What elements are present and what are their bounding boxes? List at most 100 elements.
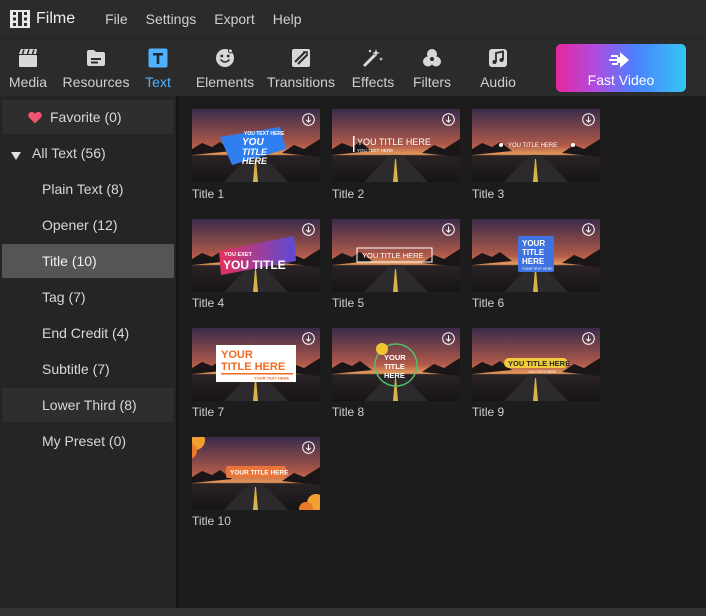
tab-effects[interactable]: Effects — [350, 39, 396, 97]
music-icon — [486, 47, 510, 69]
menu-help[interactable]: Help — [273, 11, 302, 27]
title-template-grid: YOU TEXT HERE YOU TITLE HERE Title 1 YOU… — [180, 96, 706, 608]
template-thumbnail[interactable]: YOU EXET YOU TITLE — [192, 219, 320, 292]
template-thumbnail[interactable]: YOUR TITLE HERE YOUR TEXT HERE — [192, 328, 320, 401]
sidebar-item-lower-third[interactable]: Lower Third (8) — [2, 388, 174, 422]
filters-icon — [420, 47, 444, 69]
svg-text:YOUR TEXT HERE: YOUR TEXT HERE — [254, 376, 289, 381]
app-logo-icon — [10, 10, 30, 28]
menu-settings[interactable]: Settings — [146, 11, 197, 27]
sidebar-item-my-preset[interactable]: My Preset (0) — [2, 424, 174, 458]
svg-text:TITLE: TITLE — [522, 248, 545, 257]
svg-text:YOU TEXT HERE: YOU TEXT HERE — [357, 148, 393, 153]
tab-elements[interactable]: Elements — [194, 39, 256, 97]
sidebar-item-favorite[interactable]: Favorite (0) — [2, 100, 174, 134]
template-thumbnail[interactable]: YOUR TITLE HERE YOUR TEXT HERE — [472, 219, 600, 292]
template-thumbnail[interactable]: YOUR TITLE HERE — [332, 328, 460, 401]
sidebar-item-title[interactable]: Title (10) — [2, 244, 174, 278]
bottom-divider — [0, 608, 706, 616]
svg-text:YOU TITLE HERE: YOU TITLE HERE — [357, 137, 431, 147]
template-label: Title 9 — [472, 405, 505, 419]
download-icon[interactable] — [442, 332, 455, 345]
template-thumbnail[interactable]: YOU TITLE HERE YOU TEXT HERE — [332, 109, 460, 182]
download-icon[interactable] — [582, 332, 595, 345]
sidebar-item-all-text[interactable]: All Text (56) — [2, 136, 174, 170]
template-thumbnail[interactable]: YOU TITLE HERE — [332, 219, 460, 292]
template-thumbnail[interactable]: YOU TITLE HERE YOU TEXT HERE — [472, 328, 600, 401]
download-icon[interactable] — [302, 441, 315, 454]
sidebar-item-label: Title (10) — [42, 253, 97, 269]
download-icon[interactable] — [302, 223, 315, 236]
sidebar-item-subtitle[interactable]: Subtitle (7) — [2, 352, 174, 386]
tab-transitions[interactable]: Transitions — [266, 39, 336, 97]
svg-text:TITLE: TITLE — [384, 362, 405, 371]
sidebar-item-label: Opener (12) — [42, 217, 118, 233]
template-label: Title 1 — [192, 187, 225, 201]
clapperboard-icon — [16, 47, 40, 69]
template-thumbnail[interactable]: YOU TITLE HERE — [472, 109, 600, 182]
download-icon[interactable] — [582, 223, 595, 236]
template-label: Title 2 — [332, 187, 365, 201]
sidebar-item-plain-text[interactable]: Plain Text (8) — [2, 172, 174, 206]
sidebar-item-label: End Credit (4) — [42, 325, 130, 341]
template-thumbnail[interactable]: YOU TEXT HERE YOU TITLE HERE — [192, 109, 320, 182]
svg-text:YOUR: YOUR — [384, 353, 406, 362]
caret-down-icon — [10, 148, 22, 160]
tab-text[interactable]: Text — [140, 39, 176, 97]
sidebar-item-label: Tag (7) — [42, 289, 86, 305]
sidebar-item-label: Subtitle (7) — [42, 361, 110, 377]
svg-text:YOUR: YOUR — [221, 349, 253, 361]
svg-text:YOU TITLE: YOU TITLE — [223, 258, 286, 272]
svg-text:YOUR: YOUR — [522, 239, 545, 248]
sidebar-item-label: Plain Text (8) — [42, 181, 124, 197]
sparkle-icon — [361, 47, 385, 69]
svg-text:HERE: HERE — [384, 371, 405, 380]
app-name: Filme — [36, 10, 76, 27]
sidebar-item-tag[interactable]: Tag (7) — [2, 280, 174, 314]
svg-text:HERE: HERE — [242, 156, 268, 166]
template-label: Title 8 — [332, 405, 365, 419]
download-icon[interactable] — [582, 113, 595, 126]
tab-media[interactable]: Media — [6, 39, 50, 97]
sidebar-item-label: Favorite (0) — [50, 109, 122, 125]
svg-text:TITLE HERE: TITLE HERE — [221, 361, 285, 373]
text-icon — [146, 47, 170, 69]
folder-icon — [84, 47, 108, 69]
sidebar-item-label: All Text (56) — [32, 145, 106, 161]
category-sidebar: Favorite (0) All Text (56) Plain Text (8… — [0, 96, 178, 608]
sidebar-item-label: My Preset (0) — [42, 433, 127, 449]
main-toolbar: Media Resources Text Elements Transition… — [0, 38, 706, 96]
sidebar-item-label: Lower Third (8) — [42, 397, 137, 413]
download-icon[interactable] — [442, 223, 455, 236]
menu-bar: Filme File Settings Export Help — [0, 0, 706, 38]
fast-video-button[interactable]: Fast Video — [556, 44, 686, 92]
heart-icon — [28, 111, 42, 124]
svg-text:HERE: HERE — [522, 257, 545, 266]
tab-filters[interactable]: Filters — [410, 39, 454, 97]
download-icon[interactable] — [442, 113, 455, 126]
smiley-icon — [213, 47, 237, 69]
svg-text:YOU TEXT HERE: YOU TEXT HERE — [528, 370, 557, 374]
tab-resources[interactable]: Resources — [63, 39, 129, 97]
svg-text:YOU TITLE HERE: YOU TITLE HERE — [362, 251, 424, 260]
template-label: Title 3 — [472, 187, 505, 201]
template-label: Title 4 — [192, 296, 225, 310]
download-icon[interactable] — [302, 332, 315, 345]
template-label: Title 10 — [192, 514, 231, 528]
svg-text:YOUR TEXT HERE: YOUR TEXT HERE — [522, 267, 553, 271]
menu-file[interactable]: File — [105, 11, 128, 27]
transition-icon — [289, 47, 313, 69]
sidebar-item-end-credit[interactable]: End Credit (4) — [2, 316, 174, 350]
svg-text:YOU TITLE HERE: YOU TITLE HERE — [508, 143, 557, 149]
svg-text:YOU TITLE HERE: YOU TITLE HERE — [508, 359, 570, 368]
arrow-right-icon — [609, 49, 633, 71]
svg-text:YOUR TITLE HERE: YOUR TITLE HERE — [230, 470, 289, 477]
tab-audio[interactable]: Audio — [478, 39, 518, 97]
template-label: Title 5 — [332, 296, 365, 310]
template-label: Title 7 — [192, 405, 225, 419]
menu-export[interactable]: Export — [214, 11, 254, 27]
template-thumbnail[interactable]: YOUR TITLE HERE — [192, 437, 320, 510]
template-label: Title 6 — [472, 296, 505, 310]
sidebar-item-opener[interactable]: Opener (12) — [2, 208, 174, 242]
download-icon[interactable] — [302, 113, 315, 126]
